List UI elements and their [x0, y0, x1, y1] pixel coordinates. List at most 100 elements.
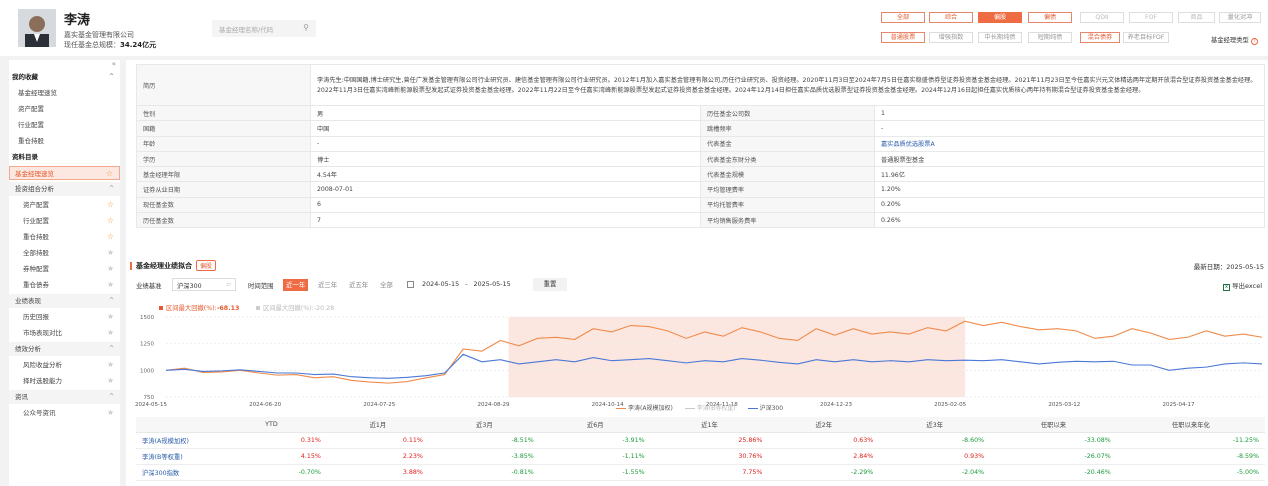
star-icon[interactable]: ★ — [107, 246, 114, 260]
caret-up-icon[interactable]: ^ — [109, 342, 114, 356]
sidebar-section-favorites-label: 我的收藏 — [12, 73, 38, 81]
sidebar-item[interactable]: 资产配置 ☆ — [9, 198, 120, 212]
x-tick-label: 2025-02-05 — [934, 402, 966, 407]
star-icon[interactable]: ★ — [107, 358, 114, 372]
profile-value: 1 — [874, 104, 1265, 122]
return-value: -2.04% — [879, 464, 991, 481]
range-5y[interactable]: 近五年 — [346, 279, 371, 291]
sidebar-fav-item[interactable]: 资产配置 — [9, 102, 120, 116]
row-name[interactable]: 李涛(B等权重) — [136, 448, 216, 465]
filter-tab[interactable]: 商品 — [1178, 12, 1215, 23]
sidebar-group[interactable]: 业绩表现 ^ — [9, 294, 120, 308]
sidebar-group[interactable]: 投资组合分析 ^ — [9, 182, 120, 196]
sidebar-fav-item[interactable]: 行业配置 — [9, 118, 120, 132]
star-icon[interactable]: ★ — [107, 374, 114, 388]
sidebar-item[interactable]: 全部持股 ★ — [9, 246, 120, 260]
caret-up-icon[interactable]: ^ — [109, 390, 114, 404]
legend-item[interactable]: 李涛(B等权重) — [684, 405, 742, 412]
legend-item[interactable]: 沪深300 — [747, 405, 789, 412]
return-value: 2.23% — [326, 448, 429, 465]
collapse-icon[interactable]: « — [112, 60, 116, 68]
filter-subtab[interactable]: 混合债券 — [1080, 32, 1120, 43]
caret-up-icon[interactable]: ^ — [109, 294, 114, 308]
sidebar-item[interactable]: 券种配置 ★ — [9, 262, 120, 276]
sidebar-item[interactable]: 公众号资讯 ★ — [9, 406, 120, 420]
sidebar-item[interactable]: 择时选股能力 ★ — [9, 374, 120, 388]
sidebar-section-favorites[interactable]: 我的收藏 ^ — [9, 70, 120, 84]
star-icon[interactable]: ☆ — [107, 214, 114, 228]
highlight-region — [508, 317, 966, 397]
return-value: 3.88% — [326, 464, 429, 481]
sidebar-item-label: 券种配置 — [23, 265, 49, 273]
table-row: 李涛(A规模加权) 0.31% 0.11% -8.51% -3.91% 25.86% 0.6… — [136, 432, 1265, 449]
filter-tab[interactable]: FOF — [1129, 12, 1173, 23]
range-1y[interactable]: 近一年 — [283, 279, 309, 291]
filter-tab[interactable]: 综合 — [929, 12, 973, 23]
caret-up-icon[interactable]: ^ — [109, 70, 114, 84]
sidebar-item-label: 风险收益分析 — [23, 361, 62, 369]
profile-key: 现任基金数 — [136, 196, 311, 214]
sidebar-item[interactable]: 历史回报 ★ — [9, 310, 120, 324]
date-range-picker[interactable]: 2024-05-15 - 2025-05-15 — [407, 278, 527, 291]
profile-key: 基金经理年限 — [136, 166, 311, 183]
filter-subtab[interactable]: 增强指数 — [929, 32, 973, 43]
row-name[interactable]: 李涛(A规模加权) — [136, 432, 216, 449]
filter-tab[interactable]: 偏债 — [1028, 12, 1072, 23]
row-name[interactable]: 沪深300指数 — [136, 464, 216, 481]
search-icon[interactable]: ⚲ — [303, 23, 309, 32]
sidebar-item-label: 全部持股 — [23, 249, 49, 257]
returns-header: YTD — [216, 417, 327, 433]
date-separator: - — [465, 280, 468, 288]
manager-type[interactable]: 基金经理类型? — [1211, 35, 1258, 45]
calendar-icon[interactable] — [407, 280, 414, 288]
search-input[interactable]: 基金经理名称/代码 ⚲ — [212, 20, 316, 37]
range-all[interactable]: 全部 — [377, 279, 396, 291]
sidebar-group[interactable]: 资讯 ^ — [9, 390, 120, 404]
sidebar-fav-item[interactable]: 基金经理速览 — [9, 86, 120, 100]
sidebar-item[interactable]: 重仓持股 ☆ — [9, 230, 120, 244]
profile-key: 年龄 — [136, 135, 311, 152]
profile-key: 平均销售服务费率 — [700, 212, 875, 229]
filter-subtab[interactable]: 养老目标FOF — [1123, 32, 1169, 43]
star-icon[interactable]: ★ — [107, 406, 114, 420]
filter-subtab[interactable]: 普通股票 — [881, 32, 925, 43]
star-icon[interactable]: ☆ — [107, 230, 114, 244]
sidebar-item-overview[interactable]: 基金经理速览 ☆ — [9, 166, 120, 180]
sidebar-item[interactable]: 风险收益分析 ★ — [9, 358, 120, 372]
sidebar-fav-item[interactable]: 重仓持股 — [9, 134, 120, 148]
filter-tab[interactable]: 全部 — [881, 12, 925, 23]
profile-key: 代表基金东财分类 — [700, 150, 875, 168]
legend-item[interactable]: 李涛(A规模加权) — [616, 405, 679, 412]
star-icon[interactable]: ☆ — [106, 167, 113, 181]
caret-up-icon[interactable]: ^ — [109, 182, 114, 196]
return-value: -20.46% — [990, 464, 1117, 481]
star-icon[interactable]: ☆ — [107, 198, 114, 212]
sidebar-item[interactable]: 重仓债券 ★ — [9, 278, 120, 292]
export-button[interactable]: x 导出excel — [1223, 280, 1262, 291]
sidebar-section-catalog: 资料目录 — [9, 150, 120, 164]
filter-tab[interactable]: 偏股 — [978, 12, 1022, 23]
profile-value[interactable]: 嘉实品质优选股票A — [874, 135, 1265, 152]
main-content: 简历 李涛先生:中国国籍,博士研究生,曾任广发基金管理有限公司行业研究员、建信基… — [126, 60, 1268, 486]
range-3y[interactable]: 近三年 — [315, 279, 340, 291]
sidebar-item[interactable]: 市场表现对比 ★ — [9, 326, 120, 340]
sidebar-item[interactable]: 行业配置 ☆ — [9, 214, 120, 228]
reset-button[interactable]: 重置 — [533, 278, 567, 291]
star-icon[interactable]: ★ — [107, 262, 114, 276]
star-icon[interactable]: ★ — [107, 326, 114, 340]
max-drawdown-b: 区间最大回撤(%):-20.28 — [256, 303, 334, 312]
profile-value: 2008-07-01 — [310, 181, 701, 198]
star-icon[interactable]: ★ — [107, 278, 114, 292]
edit-icon[interactable]: ▱ — [226, 281, 231, 288]
sidebar-group[interactable]: 绩效分析 ^ — [9, 342, 120, 356]
help-icon[interactable]: ? — [1250, 38, 1258, 45]
filter-subtab[interactable]: 中长期纯债 — [978, 32, 1022, 43]
manager-scale: 现任基金总规模：34.24亿元 — [64, 40, 156, 50]
return-value: 30.76% — [650, 448, 769, 465]
filter-tab[interactable]: QDII — [1080, 12, 1124, 23]
filter-tab[interactable]: 量化对冲 — [1219, 12, 1261, 23]
star-icon[interactable]: ★ — [107, 310, 114, 324]
filter-subtab[interactable]: 短期纯债 — [1028, 32, 1072, 43]
sidebar-group-label: 绩效分析 — [15, 345, 41, 353]
benchmark-select[interactable]: 沪深300 ▱ — [172, 278, 236, 291]
